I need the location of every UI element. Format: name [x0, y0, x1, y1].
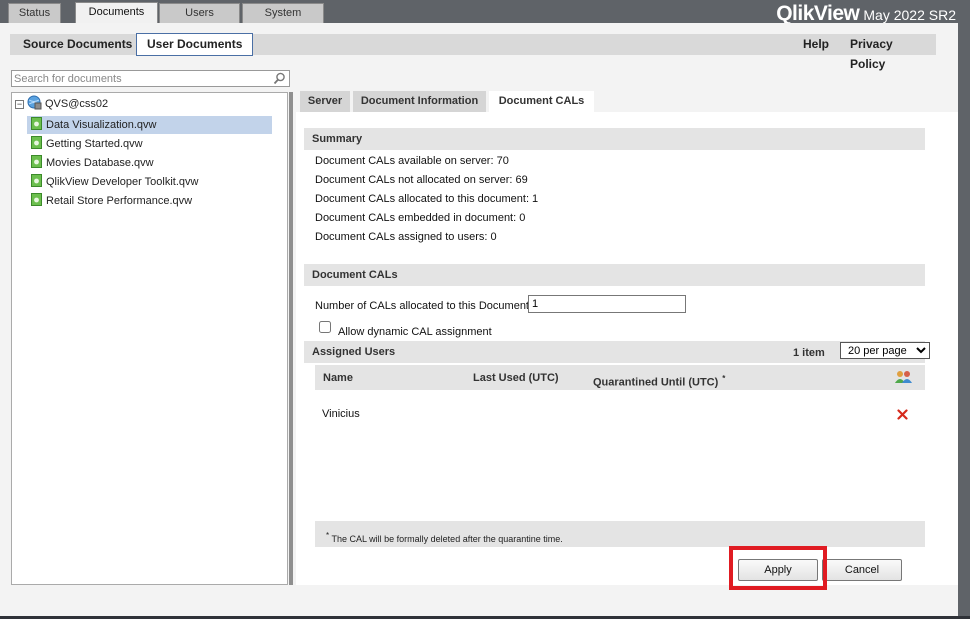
server-label: QVS@css02 — [45, 98, 109, 110]
column-quarantined-until[interactable]: Quarantined Until (UTC) * — [593, 374, 725, 389]
qlikview-document-icon — [31, 174, 42, 190]
assigned-users-heading: Assigned Users 1 item 20 per page — [304, 341, 930, 363]
tree-item-movies-database[interactable]: Movies Database.qvw — [27, 154, 272, 172]
summary-heading: Summary — [304, 128, 925, 150]
tree-item-retail-store-performance[interactable]: Retail Store Performance.qvw — [27, 192, 272, 210]
summary-line: Document CALs embedded in document: 0 — [315, 212, 526, 224]
document-detail-panel: Server Document Information Document CAL… — [296, 91, 958, 585]
source-documents-button[interactable]: Source Documents — [13, 34, 142, 55]
qlikview-document-icon — [31, 136, 42, 152]
summary-line: Document CALs allocated to this document… — [315, 193, 539, 205]
top-tab-bar: Status Documents Users System QlikView Ma… — [0, 0, 970, 25]
item-count: 1 item — [793, 347, 825, 359]
column-asterisk: * — [722, 374, 726, 383]
tree-item-developer-toolkit[interactable]: QlikView Developer Toolkit.qvw — [27, 173, 272, 191]
document-tree: − QVS@css02 Data Visualization.qvw Getti… — [11, 92, 288, 585]
footnote-asterisk: * — [326, 531, 330, 540]
server-globe-icon — [27, 95, 42, 113]
tree-item-label: Retail Store Performance.qvw — [46, 195, 193, 207]
cals-allocated-input[interactable] — [528, 295, 686, 313]
sub-navigation: Source Documents User Documents Help Pri… — [10, 33, 936, 71]
table-row-name: Vinicius — [322, 408, 360, 420]
document-search — [11, 70, 290, 87]
tree-root[interactable]: − QVS@css02 — [15, 95, 109, 113]
tree-item-label: Getting Started.qvw — [46, 138, 143, 150]
help-link[interactable]: Help — [793, 34, 839, 55]
collapse-icon[interactable]: − — [15, 99, 24, 109]
delete-user-icon[interactable] — [897, 409, 908, 423]
summary-line: Document CALs not allocated on server: 6… — [315, 174, 528, 186]
search-input[interactable] — [12, 71, 267, 86]
tab-status[interactable]: Status — [8, 3, 61, 23]
panel-splitter[interactable] — [289, 92, 293, 585]
tab-system[interactable]: System — [242, 3, 324, 23]
version-label: May 2022 SR2 — [863, 7, 956, 23]
per-page-select[interactable]: 20 per page — [840, 342, 930, 359]
summary-line: Document CALs assigned to users: 0 — [315, 231, 497, 243]
privacy-policy-link[interactable]: Privacy Policy — [840, 34, 936, 71]
qlikview-logo: QlikView — [776, 2, 860, 25]
assigned-users-title: Assigned Users — [312, 346, 396, 358]
tab-server[interactable]: Server — [300, 91, 350, 112]
cals-allocated-label: Number of CALs allocated to this Documen… — [315, 300, 533, 312]
tree-item-getting-started[interactable]: Getting Started.qvw — [27, 135, 272, 153]
column-quarantined-label: Quarantined Until (UTC) — [593, 376, 719, 389]
dynamic-cal-checkbox[interactable] — [319, 321, 331, 333]
document-cals-heading: Document CALs — [304, 264, 925, 286]
tree-item-data-visualization[interactable]: Data Visualization.qvw — [27, 116, 272, 134]
main-frame: Source Documents User Documents Help Pri… — [0, 23, 958, 616]
column-last-used[interactable]: Last Used (UTC) — [473, 372, 559, 384]
quarantine-footnote: * The CAL will be formally deleted after… — [315, 521, 925, 547]
tree-item-label: Movies Database.qvw — [46, 157, 154, 169]
tab-documents[interactable]: Documents — [75, 2, 158, 23]
assigned-users-grid-header: Name Last Used (UTC) Quarantined Until (… — [315, 365, 925, 390]
qlikview-document-icon — [31, 193, 42, 209]
apply-button[interactable]: Apply — [738, 559, 818, 581]
user-documents-button[interactable]: User Documents — [136, 33, 254, 56]
tree-item-label: QlikView Developer Toolkit.qvw — [46, 176, 199, 188]
search-icon[interactable] — [273, 72, 286, 88]
column-name[interactable]: Name — [323, 372, 353, 384]
qlikview-document-icon — [31, 117, 42, 133]
dynamic-cal-label: Allow dynamic CAL assignment — [338, 326, 492, 338]
tree-item-label: Data Visualization.qvw — [46, 119, 157, 131]
qlikview-document-icon — [31, 155, 42, 171]
footnote-text: The CAL will be formally deleted after t… — [331, 534, 563, 544]
summary-line: Document CALs available on server: 70 — [315, 155, 509, 167]
cancel-button[interactable]: Cancel — [822, 559, 902, 581]
tab-document-cals[interactable]: Document CALs — [489, 91, 594, 112]
tab-users[interactable]: Users — [159, 3, 240, 23]
tab-document-information[interactable]: Document Information — [353, 91, 486, 112]
add-users-icon[interactable] — [895, 370, 913, 387]
document-cals-content: Summary Document CALs available on serve… — [296, 112, 958, 585]
